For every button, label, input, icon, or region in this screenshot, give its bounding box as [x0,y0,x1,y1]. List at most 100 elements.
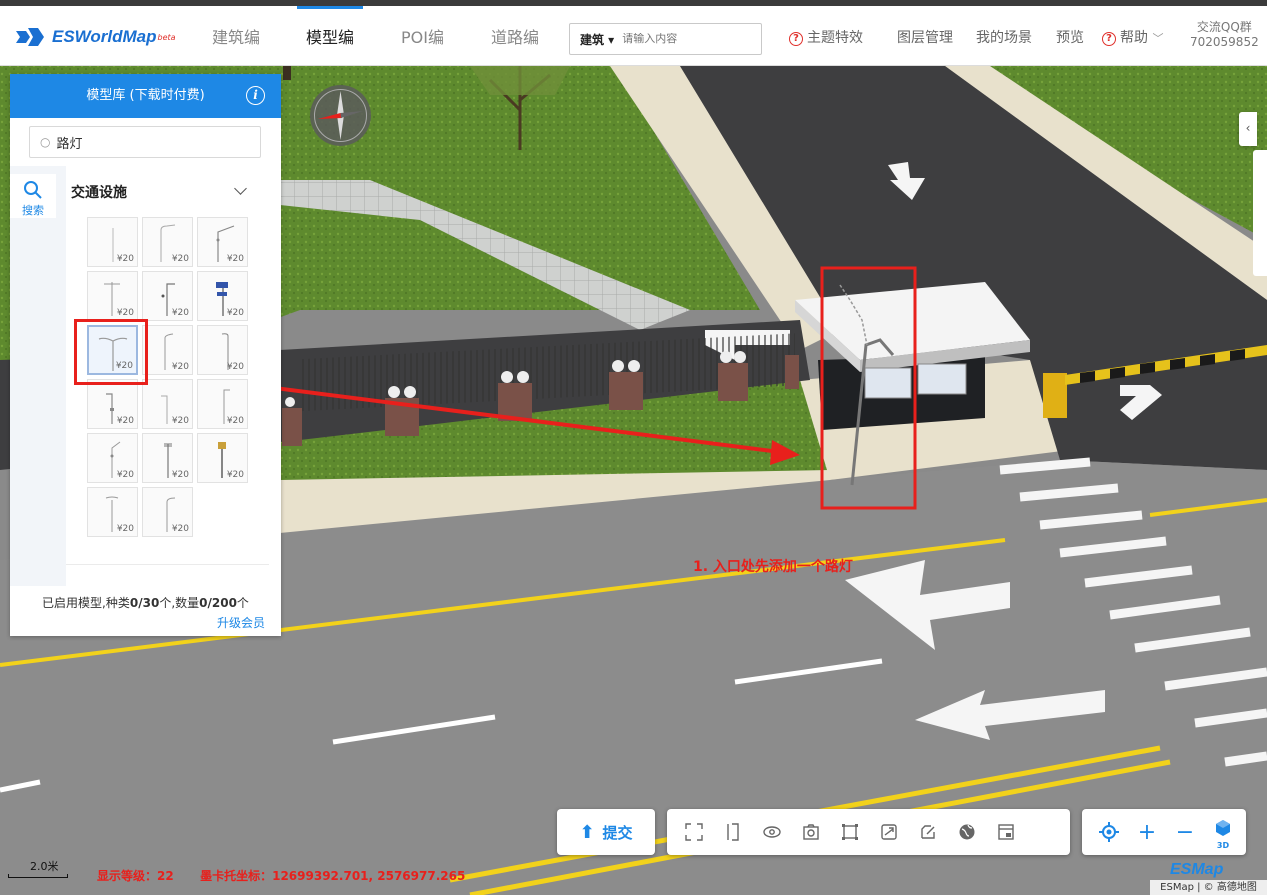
model-thumbnail[interactable]: ¥20 [142,325,193,375]
rotate-icon[interactable] [872,814,906,850]
right-panel-toggle[interactable]: ‹ [1239,112,1257,146]
thumbnail-price: ¥20 [171,524,189,534]
usage-suffix: 个 [236,596,249,610]
nav-active-indicator [297,6,363,9]
upgrade-membership-link[interactable]: 升级会员 [217,614,265,631]
globe-icon[interactable] [950,814,984,850]
nav-model-edit[interactable]: 模型编 [306,24,354,66]
panel-divider [66,564,269,565]
rail-tab-label: 搜索 [22,204,44,217]
right-panel-edge [1253,150,1267,276]
scale-line [8,874,68,878]
model-thumbnail[interactable]: ¥20 [142,433,193,483]
category-rail: 搜索 [10,166,66,586]
panel-layout-icon[interactable] [989,814,1023,850]
thumbnail-price: ¥20 [171,470,189,480]
brand-name: ESWorldMap [52,27,157,46]
thumbnail-price: ¥20 [116,470,134,480]
submit-label: 提交 [602,823,633,842]
help-menu[interactable]: ? 帮助 ﹀ [1102,27,1163,47]
map-controls: + − 3D [1082,809,1246,855]
nav-building-edit[interactable]: 建筑编 [212,24,260,66]
thumbnail-price: ¥20 [226,362,244,372]
my-scenes-link[interactable]: 我的场景 [976,27,1032,47]
locate-icon[interactable] [1092,814,1126,850]
info-icon[interactable]: i [246,86,265,105]
brand-logo[interactable]: ESWorldMap beta [14,23,176,51]
map-attribution: ESMap | © 高德地图 [1150,880,1267,895]
nav-poi-edit[interactable]: POI编 [401,24,444,66]
brand-badge: beta [157,32,176,42]
help-circle-icon: ? [789,32,803,46]
model-search-input[interactable] [56,134,237,150]
model-thumbnail[interactable]: ¥20 [142,379,193,429]
thumbnail-price: ¥20 [116,524,134,534]
select-area-icon[interactable] [833,814,867,850]
thumbnail-price: ¥20 [116,254,134,264]
rail-tab-search[interactable]: 搜索 [10,174,56,218]
help-circle-icon: ? [1102,32,1116,46]
panel-header: 模型库 (下载时付费) i [10,74,281,118]
top-search: 建筑 ▾ [569,23,762,55]
model-thumbnail[interactable]: ¥20 [142,271,193,321]
chevron-down-icon[interactable] [234,182,247,195]
scale-bar: 2.0米 [8,858,68,878]
thumbnail-price: ¥20 [171,416,189,426]
thumbnail-price: ¥20 [226,470,244,480]
nav-road-edit[interactable]: 道路编 [491,24,539,66]
thumbnail-price: ¥20 [171,308,189,318]
usage-summary: 已启用模型,种类0/30个,数量0/200个 [10,594,281,611]
search-input[interactable] [622,33,733,45]
model-thumbnail[interactable]: ¥20 [197,379,248,429]
category-title[interactable]: 交通设施 [71,182,127,202]
usage-prefix: 已启用模型,种类 [42,596,130,610]
status-readout: 显示等级：22 墨卡托坐标：12699392.701, 2576977.265 [97,867,465,884]
submit-button[interactable]: ⬆ 提交 [557,809,655,855]
model-thumbnail[interactable]: ¥20 [197,271,248,321]
model-thumbnail[interactable]: ¥20 [87,433,138,483]
preview-link[interactable]: 预览 [1056,27,1084,47]
thumbnail-price: ¥20 [116,416,134,426]
usage-kinds: 0/30 [129,596,160,610]
thumbnail-price: ¥20 [226,308,244,318]
zoom-in-icon[interactable]: + [1130,814,1164,850]
model-thumbnail[interactable]: ¥20 [197,433,248,483]
model-thumbnail[interactable]: ¥20 [197,325,248,375]
map-tools [667,809,1070,855]
coords-value: 12699392.701, 2576977.265 [272,869,466,883]
model-thumbnail[interactable]: ¥20 [87,271,138,321]
annotation-text: 1. 入口处先添加一个路灯 [693,559,853,575]
model-thumbnail[interactable]: ¥20 [87,217,138,267]
qq-group-label: 交流QQ群 [1196,20,1252,34]
theme-effects-link[interactable]: ? 主题特效 [789,27,863,47]
fullscreen-icon[interactable] [677,814,711,850]
usage-mid: 个,数量 [159,596,200,610]
eye-icon[interactable] [755,814,789,850]
qq-group-number: 702059852 [1190,35,1259,49]
model-thumbnail[interactable]: ¥20 [197,217,248,267]
model-thumbnail[interactable]: ¥20 [142,217,193,267]
edit-icon[interactable] [911,814,945,850]
usage-count: 0/200 [199,596,237,610]
compare-icon[interactable] [716,814,750,850]
panel-title: 模型库 (下载时付费) [86,88,205,103]
layer-manager-link[interactable]: 图层管理 [897,27,953,47]
search-icon: ○ [40,135,51,149]
help-label: 帮助 [1120,30,1148,46]
zoom-out-icon[interactable]: − [1168,814,1202,850]
upload-icon: ⬆ [579,821,595,843]
3d-cube-icon[interactable]: 3D [1206,814,1240,850]
model-thumbnail[interactable]: ¥20 [87,487,138,537]
chevron-down-icon: ﹀ [1152,32,1164,45]
qq-group-info: 交流QQ群 702059852 [1190,20,1259,50]
3d-label: 3D [1216,841,1230,850]
model-thumbnail[interactable]: ¥20 [142,487,193,537]
model-thumbnail[interactable]: ¥20 [87,379,138,429]
search-type-select[interactable]: 建筑 ▾ [570,31,614,48]
compass-icon[interactable] [310,85,371,146]
camera-icon[interactable] [794,814,828,850]
thumbnail-price: ¥20 [116,308,134,318]
selected-thumb-highlight [74,319,148,385]
model-search: ○ [29,126,261,158]
thumbnail-price: ¥20 [171,254,189,264]
